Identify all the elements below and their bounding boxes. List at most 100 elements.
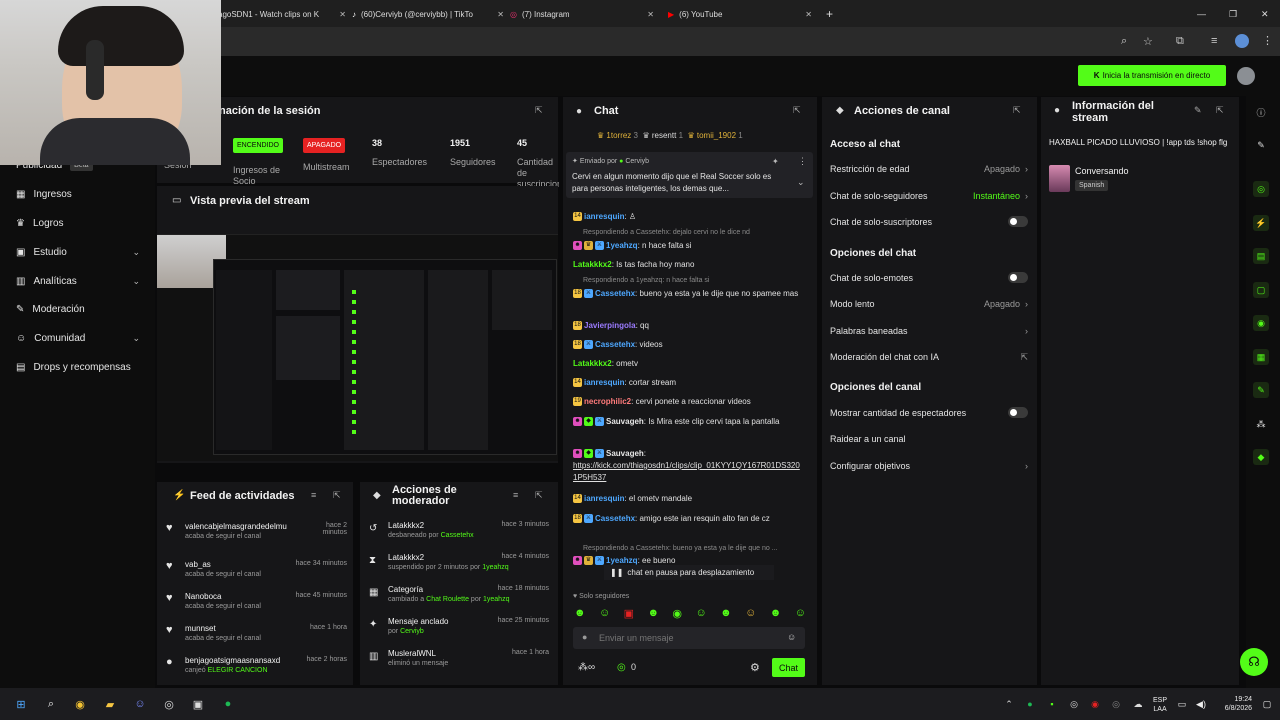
close-tab-icon[interactable]: ✕ <box>805 10 812 19</box>
chat-paused-banner[interactable]: ❚❚ chat en pausa para desplazamiento <box>604 565 774 580</box>
chat-icon[interactable]: ▢ <box>1253 282 1269 298</box>
emote-icon[interactable]: ☻ <box>770 607 782 621</box>
emote-icon[interactable]: ☺ <box>795 607 806 621</box>
filter-icon[interactable]: ≡ <box>513 490 518 500</box>
chevron-down-icon[interactable]: ⌄ <box>797 177 805 188</box>
chat-username[interactable]: Latakkkx2 <box>573 359 612 368</box>
chat-username[interactable]: ianresquin <box>584 212 624 221</box>
chat-username[interactable]: Javierpingola <box>584 321 636 330</box>
close-tab-icon[interactable]: ✕ <box>339 10 346 19</box>
chat-username[interactable]: 1yeahzq <box>606 556 638 565</box>
maximize-button[interactable]: ❐ <box>1229 4 1237 24</box>
kick-points-icon[interactable]: ◎ <box>617 662 626 673</box>
browser-tab[interactable]: ▶ (6) YouTube ✕ <box>668 4 812 24</box>
emote-icon[interactable]: ☻ <box>647 607 659 621</box>
chat-users-icon[interactable]: ⁂∞ <box>578 662 595 673</box>
wrench-icon[interactable]: ✎ <box>1253 382 1269 398</box>
chat-username[interactable]: Latakkkx2 <box>573 260 612 269</box>
bookmark-star-icon[interactable]: ☆ <box>1143 35 1153 48</box>
chat-username[interactable]: Cassetehx <box>595 289 635 298</box>
chrome-icon[interactable]: ◉ <box>72 696 88 712</box>
zoom-icon[interactable]: ⌕ <box>1121 35 1127 48</box>
tray-app-icon[interactable]: ◎ <box>1066 696 1082 712</box>
chat-settings-icon[interactable]: ⚙ <box>750 661 760 674</box>
sidebar-item-analiticas[interactable]: ▥ Analíticas ⌄ <box>16 276 140 287</box>
volume-icon[interactable]: ◀) <box>1193 696 1209 712</box>
category-name[interactable]: Conversando <box>1075 166 1129 176</box>
target-icon[interactable]: ◎ <box>1253 181 1269 197</box>
document-icon[interactable]: ▤ <box>1253 248 1269 264</box>
go-live-button[interactable]: K Inicia la transmisión en directo <box>1078 65 1226 86</box>
emoji-picker-icon[interactable]: ☺ <box>787 632 796 642</box>
windows-start-icon[interactable]: ⊞ <box>13 696 29 712</box>
browser-tab[interactable]: ♪ (60)Cerviyb (@cerviybb) | TikTo ✕ <box>352 4 504 24</box>
emotes-only-toggle[interactable] <box>1008 272 1028 283</box>
lightning-icon[interactable]: ⚡ <box>1253 215 1269 231</box>
banned-words-setting[interactable]: Palabras baneadas › <box>830 326 1028 336</box>
search-icon[interactable]: ⌕ <box>43 696 59 712</box>
pinned-message[interactable]: ✦ Enviado por ● Cerviyb ✦ ⋮ Cervi en alg… <box>566 152 813 198</box>
subscribers-only-toggle[interactable] <box>1008 216 1028 227</box>
ai-moderation-setting[interactable]: Moderación del chat con IA ⇱ <box>830 352 1028 362</box>
chat-username[interactable]: ianresquin <box>584 494 624 503</box>
tray-app-icon[interactable]: ☁ <box>1130 696 1146 712</box>
language-indicator[interactable]: ESP LAA <box>1153 696 1167 714</box>
clock[interactable]: 19:24 6/8/2026 <box>1214 695 1252 713</box>
file-explorer-icon[interactable]: ▰ <box>102 696 118 712</box>
sidebar-item-ingresos[interactable]: ▦ Ingresos <box>16 189 72 200</box>
unpin-icon[interactable]: ✦ <box>772 157 779 166</box>
user-avatar[interactable] <box>1237 67 1255 85</box>
tray-app-icon[interactable]: ◉ <box>1087 696 1103 712</box>
popout-icon[interactable]: ⇱ <box>535 490 543 501</box>
close-tab-icon[interactable]: ✕ <box>497 10 504 19</box>
chevron-up-icon[interactable]: ⌃ <box>1001 696 1017 712</box>
sidebar-item-estudio[interactable]: ▣ Estudio ⌄ <box>16 247 140 258</box>
media-icon[interactable]: ≡ <box>1211 35 1217 47</box>
emote-icon[interactable]: ☻ <box>720 607 732 621</box>
followers-only-setting[interactable]: Chat de solo-seguidores Instantáneo › <box>830 191 1028 201</box>
popout-icon[interactable]: ⇱ <box>1013 105 1021 116</box>
age-restriction-setting[interactable]: Restricción de edad Apagado › <box>830 164 1028 174</box>
chat-username[interactable]: Cassetehx <box>595 340 635 349</box>
sidebar-item-comunidad[interactable]: ☺ Comunidad ⌄ <box>16 333 140 344</box>
popout-icon[interactable]: ⇱ <box>535 105 543 116</box>
emote-icon[interactable]: ☺ <box>599 607 610 621</box>
obs-icon[interactable]: ◎ <box>161 696 177 712</box>
sidebar-item-moderacion[interactable]: ✎ Moderación <box>16 304 85 315</box>
popout-icon[interactable]: ⇱ <box>793 105 801 116</box>
network-icon[interactable]: ▭ <box>1174 696 1190 712</box>
nodes-icon[interactable]: ⁂ <box>1253 416 1269 432</box>
chat-username[interactable]: Cassetehx <box>595 514 635 523</box>
shield-icon[interactable]: ◆ <box>1253 449 1269 465</box>
edit-pencil-icon[interactable]: ✎ <box>1194 105 1202 116</box>
browser-menu-icon[interactable]: ⋮ <box>1262 34 1273 47</box>
chat-link[interactable]: https://kick.com/thiagosdn1/clips/clip_0… <box>573 461 800 482</box>
layout-icon[interactable]: ▦ <box>1253 349 1269 365</box>
emote-icon[interactable]: ☺ <box>745 607 756 621</box>
chat-username[interactable]: Sauvageh <box>606 449 644 458</box>
send-chat-button[interactable]: Chat <box>772 658 805 677</box>
browser-tab[interactable]: ◎ (7) Instagram ✕ <box>510 4 654 24</box>
notifications-icon[interactable]: ▢ <box>1259 696 1275 712</box>
tray-app-icon[interactable]: ▪ <box>1044 696 1060 712</box>
new-tab-button[interactable]: + <box>826 4 833 24</box>
browser-tab[interactable]: agoSDN1 - Watch clips on K ✕ <box>218 4 346 24</box>
extensions-icon[interactable]: ⧉ <box>1176 35 1184 48</box>
emote-icon[interactable]: ▣ <box>624 607 634 621</box>
spotify-icon[interactable]: ● <box>220 696 236 712</box>
sidebar-item-logros[interactable]: ♛ Logros <box>16 218 64 229</box>
terminal-icon[interactable]: ▣ <box>190 696 206 712</box>
goals-setting[interactable]: Configurar objetivos › <box>830 461 1028 471</box>
stream-preview-video[interactable] <box>157 234 558 461</box>
info-icon[interactable]: ⓘ <box>1253 104 1269 120</box>
show-viewer-count-setting[interactable]: Mostrar cantidad de espectadores <box>830 407 1028 418</box>
filter-icon[interactable]: ≡ <box>311 490 316 500</box>
minimize-button[interactable]: — <box>1197 4 1206 24</box>
chat-message-input[interactable] <box>599 630 779 645</box>
viewer-count-toggle[interactable] <box>1008 407 1028 418</box>
popout-icon[interactable]: ⇱ <box>1216 105 1224 116</box>
profile-avatar[interactable] <box>1235 34 1249 48</box>
discord-icon[interactable]: ☺ <box>132 696 148 712</box>
close-tab-icon[interactable]: ✕ <box>647 10 654 19</box>
emote-icon[interactable]: ☻ <box>574 607 586 621</box>
